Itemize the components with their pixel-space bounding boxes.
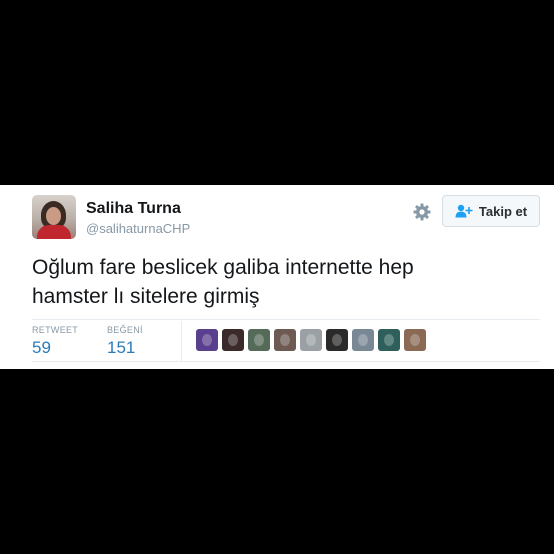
like-count[interactable]: 151 xyxy=(107,338,143,358)
liker-avatars xyxy=(196,329,426,351)
divider-top xyxy=(32,319,540,320)
liker-avatar-9[interactable] xyxy=(404,329,426,351)
liker-avatar-3[interactable] xyxy=(248,329,270,351)
add-person-icon xyxy=(455,204,473,218)
like-stat[interactable]: BEĞENİ 151 xyxy=(107,325,143,358)
retweet-label: RETWEET xyxy=(32,325,79,335)
retweet-count[interactable]: 59 xyxy=(32,338,78,358)
tweet-card: Saliha Turna @salihaturnaCHP Takip et Oğ… xyxy=(0,185,554,369)
gear-icon[interactable] xyxy=(412,202,432,222)
follow-button[interactable]: Takip et xyxy=(442,195,540,227)
liker-avatar-2[interactable] xyxy=(222,329,244,351)
follow-button-label: Takip et xyxy=(478,203,528,219)
liker-avatar-7[interactable] xyxy=(352,329,374,351)
author-name[interactable]: Saliha Turna xyxy=(86,200,181,218)
liker-avatar-5[interactable] xyxy=(300,329,322,351)
retweet-stat[interactable]: RETWEET 59 xyxy=(32,325,78,358)
liker-avatar-6[interactable] xyxy=(326,329,348,351)
liker-avatar-1[interactable] xyxy=(196,329,218,351)
tweet-text: Oğlum fare beslicek galiba internette he… xyxy=(32,256,414,308)
stats-separator xyxy=(181,321,182,361)
like-label: BEĞENİ xyxy=(107,325,143,335)
author-avatar[interactable] xyxy=(32,195,76,239)
liker-avatar-8[interactable] xyxy=(378,329,400,351)
divider-bottom xyxy=(32,361,540,362)
author-handle[interactable]: @salihaturnaCHP xyxy=(86,221,190,236)
liker-avatar-4[interactable] xyxy=(274,329,296,351)
